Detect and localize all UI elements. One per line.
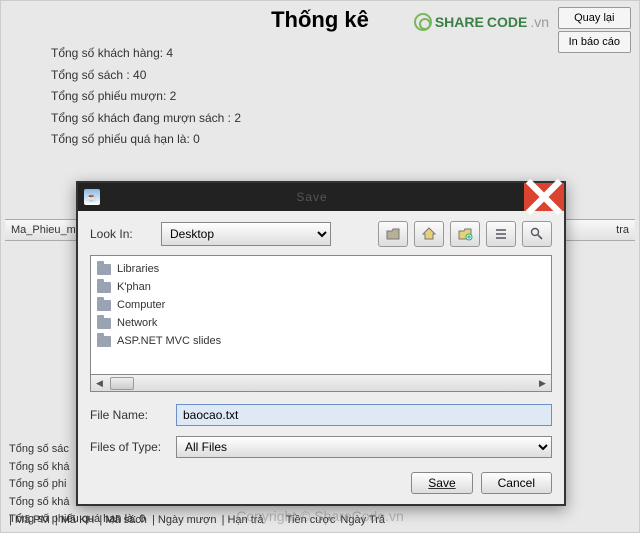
home-icon xyxy=(421,226,437,242)
scroll-right-button[interactable]: ▶ xyxy=(534,375,551,391)
lookin-label: Look In: xyxy=(90,227,155,241)
filename-label: File Name: xyxy=(90,408,170,422)
stats-customers: Tổng số khách hàng: 4 xyxy=(51,43,639,65)
item-label: K'phan xyxy=(117,281,151,293)
dialog-title: Save xyxy=(100,190,524,204)
list-icon xyxy=(493,226,509,242)
bc-4: | Ngày mượn xyxy=(152,514,217,526)
folder-icon xyxy=(97,336,111,347)
new-folder-button[interactable] xyxy=(450,221,480,247)
back-button[interactable]: Quay lại xyxy=(558,7,631,29)
list-item[interactable]: Libraries xyxy=(97,260,545,278)
filename-input[interactable] xyxy=(176,404,552,426)
stats-block: Tổng số khách hàng: 4 Tổng số sách : 40 … xyxy=(51,43,639,151)
bc-7: Ngày Trả xyxy=(340,514,385,526)
scroll-left-button[interactable]: ◀ xyxy=(91,375,108,391)
list-item[interactable]: Computer xyxy=(97,296,545,314)
folder-icon xyxy=(97,318,111,329)
stats-loans: Tổng số phiếu mượn: 2 xyxy=(51,86,639,108)
col-right: tra xyxy=(616,224,629,236)
file-list[interactable]: Libraries K'phan Computer Network ASP.NE… xyxy=(90,255,552,375)
list-item[interactable]: Network xyxy=(97,314,545,332)
stats-books: Tổng số sách : 40 xyxy=(51,65,639,87)
item-label: Computer xyxy=(117,299,165,311)
details-icon xyxy=(529,226,545,242)
swirl-icon xyxy=(414,13,432,31)
bc-1: | Mã PM xyxy=(9,514,50,526)
bc-6: Tiền cược xyxy=(286,514,336,526)
stats-borrowing: Tổng số khách đang mượn sách : 2 xyxy=(51,108,639,130)
close-button[interactable] xyxy=(524,183,564,211)
filetype-label: Files of Type: xyxy=(90,440,170,454)
cancel-button[interactable]: Cancel xyxy=(481,472,552,494)
dialog-titlebar[interactable]: ☕ Save xyxy=(78,183,564,211)
bc-2: | Mã KH xyxy=(55,514,95,526)
list-item[interactable]: ASP.NET MVC slides xyxy=(97,332,545,350)
filetype-select[interactable]: All Files xyxy=(176,436,552,458)
item-label: Libraries xyxy=(117,263,159,275)
up-folder-button[interactable] xyxy=(378,221,408,247)
item-label: Network xyxy=(117,317,157,329)
details-view-button[interactable] xyxy=(522,221,552,247)
new-folder-icon xyxy=(457,226,473,242)
save-dialog: ☕ Save Look In: Desktop xyxy=(76,181,566,506)
folder-icon xyxy=(97,282,111,293)
brand-watermark: SHARECODE.vn xyxy=(414,13,549,31)
scroll-thumb[interactable] xyxy=(110,377,134,390)
col-left: Ma_Phieu_m xyxy=(11,224,76,236)
item-label: ASP.NET MVC slides xyxy=(117,335,221,347)
close-icon xyxy=(524,177,564,217)
brand-tld: .vn xyxy=(530,14,549,30)
print-report-button[interactable]: In báo cáo xyxy=(558,31,631,53)
stats-overdue: Tổng số phiếu quá hạn là: 0 xyxy=(51,129,639,151)
folder-up-icon xyxy=(385,226,401,242)
folder-icon xyxy=(97,300,111,311)
lookin-select[interactable]: Desktop xyxy=(161,222,331,246)
save-button[interactable]: Save xyxy=(411,472,472,494)
brand-share: SHARE xyxy=(435,14,484,30)
java-icon: ☕ xyxy=(84,189,100,205)
bottom-columns: | Mã PM | Mã KH | Mã sách | Ngày mượn | … xyxy=(9,514,387,526)
home-button[interactable] xyxy=(414,221,444,247)
list-view-button[interactable] xyxy=(486,221,516,247)
list-item[interactable]: K'phan xyxy=(97,278,545,296)
folder-icon xyxy=(97,264,111,275)
brand-code: CODE xyxy=(487,14,527,30)
horizontal-scrollbar[interactable]: ◀ ▶ xyxy=(90,375,552,392)
bc-5: | Hạn trả xyxy=(222,514,264,526)
bc-3: | Mã sách xyxy=(99,514,147,526)
